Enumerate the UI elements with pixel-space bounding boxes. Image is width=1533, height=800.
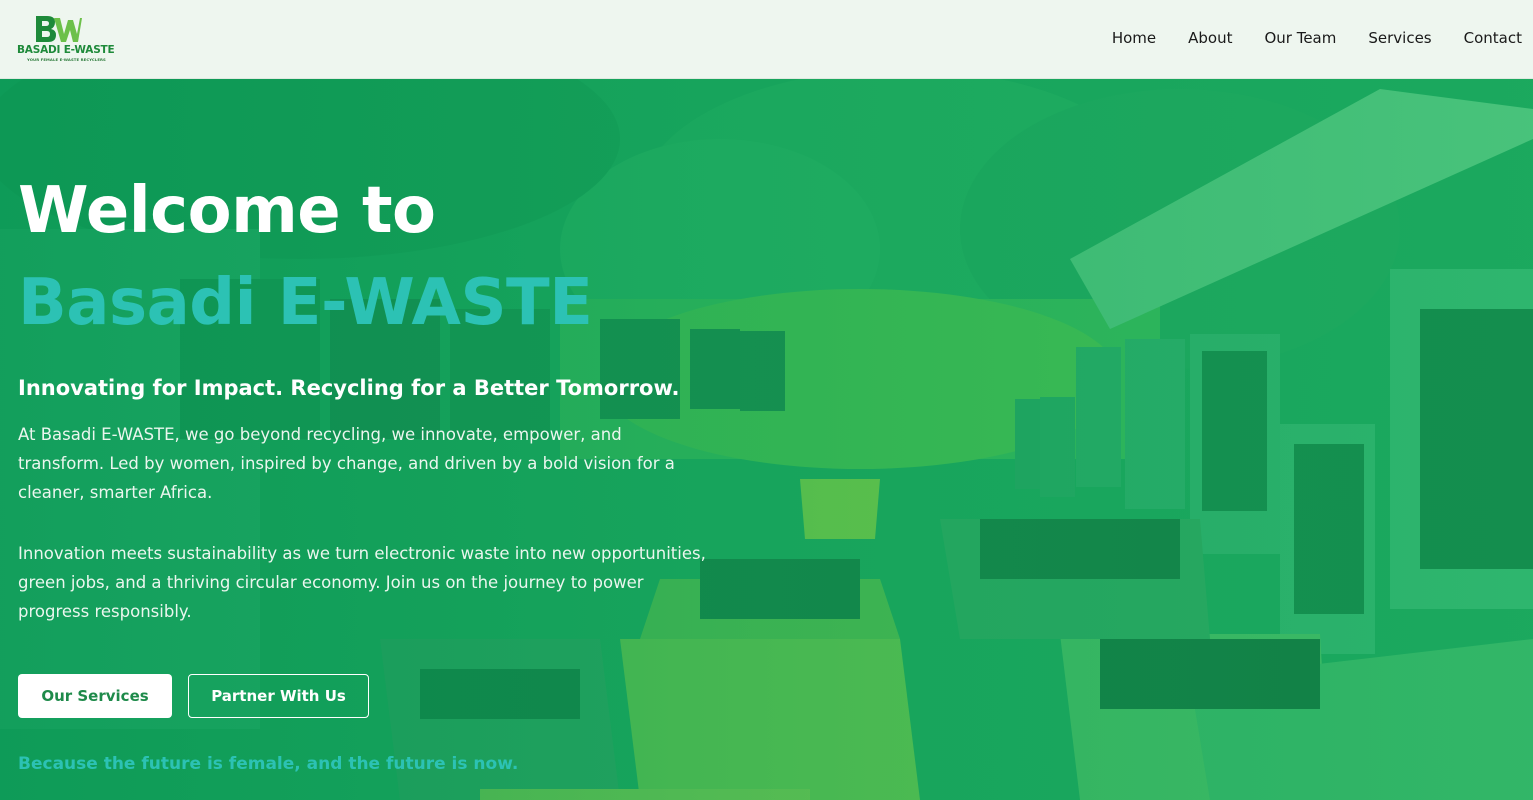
hero-title-line1: Welcome to — [18, 174, 436, 248]
brand-tagline: YOUR FEMALE E-WASTE RECYCLERS — [27, 57, 106, 62]
hero-paragraph-1: At Basadi E-WASTE, we go beyond recyclin… — [18, 425, 675, 502]
main-nav: Home About Our Team Services Contact — [1080, 29, 1522, 47]
our-services-button[interactable]: Our Services — [18, 674, 172, 718]
brand-name: BASADI E-WASTE — [17, 44, 115, 56]
nav-about[interactable]: About — [1188, 29, 1232, 47]
bw-logo-icon — [36, 16, 82, 42]
hero-paragraph-2: Innovation meets sustainability as we tu… — [18, 544, 706, 621]
nav-contact[interactable]: Contact — [1464, 29, 1522, 47]
hero-subtitle: Innovating for Impact. Recycling for a B… — [18, 376, 680, 400]
hero-title-line2: Basadi E-WASTE — [18, 266, 593, 340]
nav-services[interactable]: Services — [1368, 29, 1431, 47]
partner-with-us-button[interactable]: Partner With Us — [188, 674, 369, 718]
brand-logo[interactable]: BASADI E-WASTE YOUR FEMALE E-WASTE RECYC… — [14, 12, 115, 66]
hero-tagline: Because the future is female, and the fu… — [18, 754, 519, 774]
nav-home[interactable]: Home — [1112, 29, 1156, 47]
nav-our-team[interactable]: Our Team — [1264, 29, 1336, 47]
site-header: BASADI E-WASTE YOUR FEMALE E-WASTE RECYC… — [0, 0, 1533, 79]
